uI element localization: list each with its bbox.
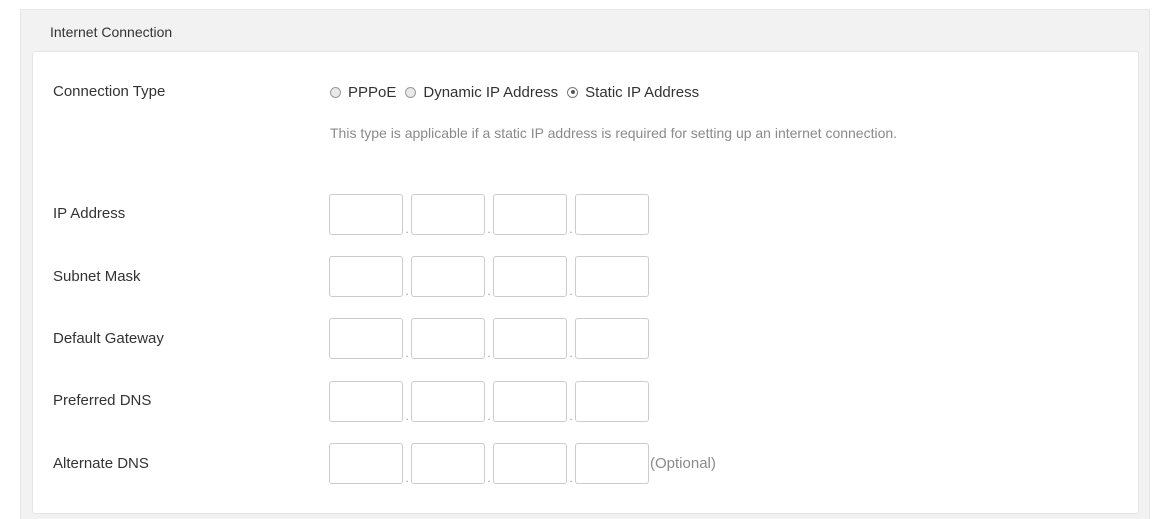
ip-address-octet-3[interactable] xyxy=(493,194,567,235)
preferred-dns-label: Preferred DNS xyxy=(53,392,152,409)
default-gateway-octet-2[interactable] xyxy=(411,318,485,359)
optional-note: (Optional) xyxy=(650,455,716,472)
octet-separator: . xyxy=(569,409,573,423)
default-gateway-octet-4[interactable] xyxy=(575,318,649,359)
ip-address-label: IP Address xyxy=(53,205,126,222)
default-gateway-label: Default Gateway xyxy=(53,330,164,347)
subnet-mask-octet-2[interactable] xyxy=(411,256,485,297)
preferred-dns-octet-2[interactable] xyxy=(411,381,485,422)
octet-separator: . xyxy=(405,471,409,485)
octet-separator: . xyxy=(569,284,573,298)
radio-dynamic-ip-indicator[interactable] xyxy=(405,86,417,98)
octet-separator: . xyxy=(487,409,491,423)
ip-address-octet-1[interactable] xyxy=(329,194,403,235)
octet-separator: . xyxy=(405,409,409,423)
radio-static-ip-label: Static IP Address xyxy=(585,83,700,101)
settings-card: Connection Type PPPoE Dynamic IP Address… xyxy=(32,51,1139,514)
alternate-dns-label: Alternate DNS xyxy=(53,455,149,472)
ip-address-octet-2[interactable] xyxy=(411,194,485,235)
preferred-dns-field: . . . xyxy=(329,380,649,423)
subnet-mask-octet-3[interactable] xyxy=(493,256,567,297)
ip-address-field: . . . xyxy=(329,193,649,236)
radio-static-ip-indicator[interactable] xyxy=(567,86,579,98)
octet-separator: . xyxy=(487,284,491,298)
radio-static-ip[interactable]: Static IP Address xyxy=(567,84,699,101)
octet-separator: . xyxy=(487,222,491,236)
octet-separator: . xyxy=(405,222,409,236)
radio-dynamic-ip[interactable]: Dynamic IP Address xyxy=(405,84,558,101)
octet-separator: . xyxy=(487,471,491,485)
subnet-mask-octet-1[interactable] xyxy=(329,256,403,297)
octet-separator: . xyxy=(569,471,573,485)
octet-separator: . xyxy=(569,222,573,236)
internet-connection-panel: Internet Connection Connection Type PPPo… xyxy=(20,9,1150,519)
alternate-dns-octet-3[interactable] xyxy=(493,443,567,484)
section-title: Internet Connection xyxy=(50,24,173,40)
preferred-dns-octet-1[interactable] xyxy=(329,381,403,422)
radio-pppoe-label: PPPoE xyxy=(348,83,397,101)
radio-dynamic-ip-label: Dynamic IP Address xyxy=(423,83,559,101)
subnet-mask-label: Subnet Mask xyxy=(53,268,141,285)
alternate-dns-field: . . . (Optional) xyxy=(329,442,716,485)
default-gateway-octet-1[interactable] xyxy=(329,318,403,359)
alternate-dns-octet-4[interactable] xyxy=(575,443,649,484)
octet-separator: . xyxy=(405,284,409,298)
connection-type-radio-group: PPPoE Dynamic IP Address Static IP Addre… xyxy=(330,82,708,102)
radio-pppoe[interactable]: PPPoE xyxy=(330,84,396,101)
connection-type-help-text: This type is applicable if a static IP a… xyxy=(330,125,898,141)
alternate-dns-octet-1[interactable] xyxy=(329,443,403,484)
radio-pppoe-indicator[interactable] xyxy=(330,86,341,98)
octet-separator: . xyxy=(487,346,491,360)
octet-separator: . xyxy=(405,346,409,360)
subnet-mask-field: . . . xyxy=(329,255,649,298)
alternate-dns-octet-2[interactable] xyxy=(411,443,485,484)
ip-address-octet-4[interactable] xyxy=(575,194,649,235)
preferred-dns-octet-3[interactable] xyxy=(493,381,567,422)
subnet-mask-octet-4[interactable] xyxy=(575,256,649,297)
connection-type-label: Connection Type xyxy=(53,83,166,100)
default-gateway-octet-3[interactable] xyxy=(493,318,567,359)
default-gateway-field: . . . xyxy=(329,317,649,360)
preferred-dns-octet-4[interactable] xyxy=(575,381,649,422)
octet-separator: . xyxy=(569,346,573,360)
